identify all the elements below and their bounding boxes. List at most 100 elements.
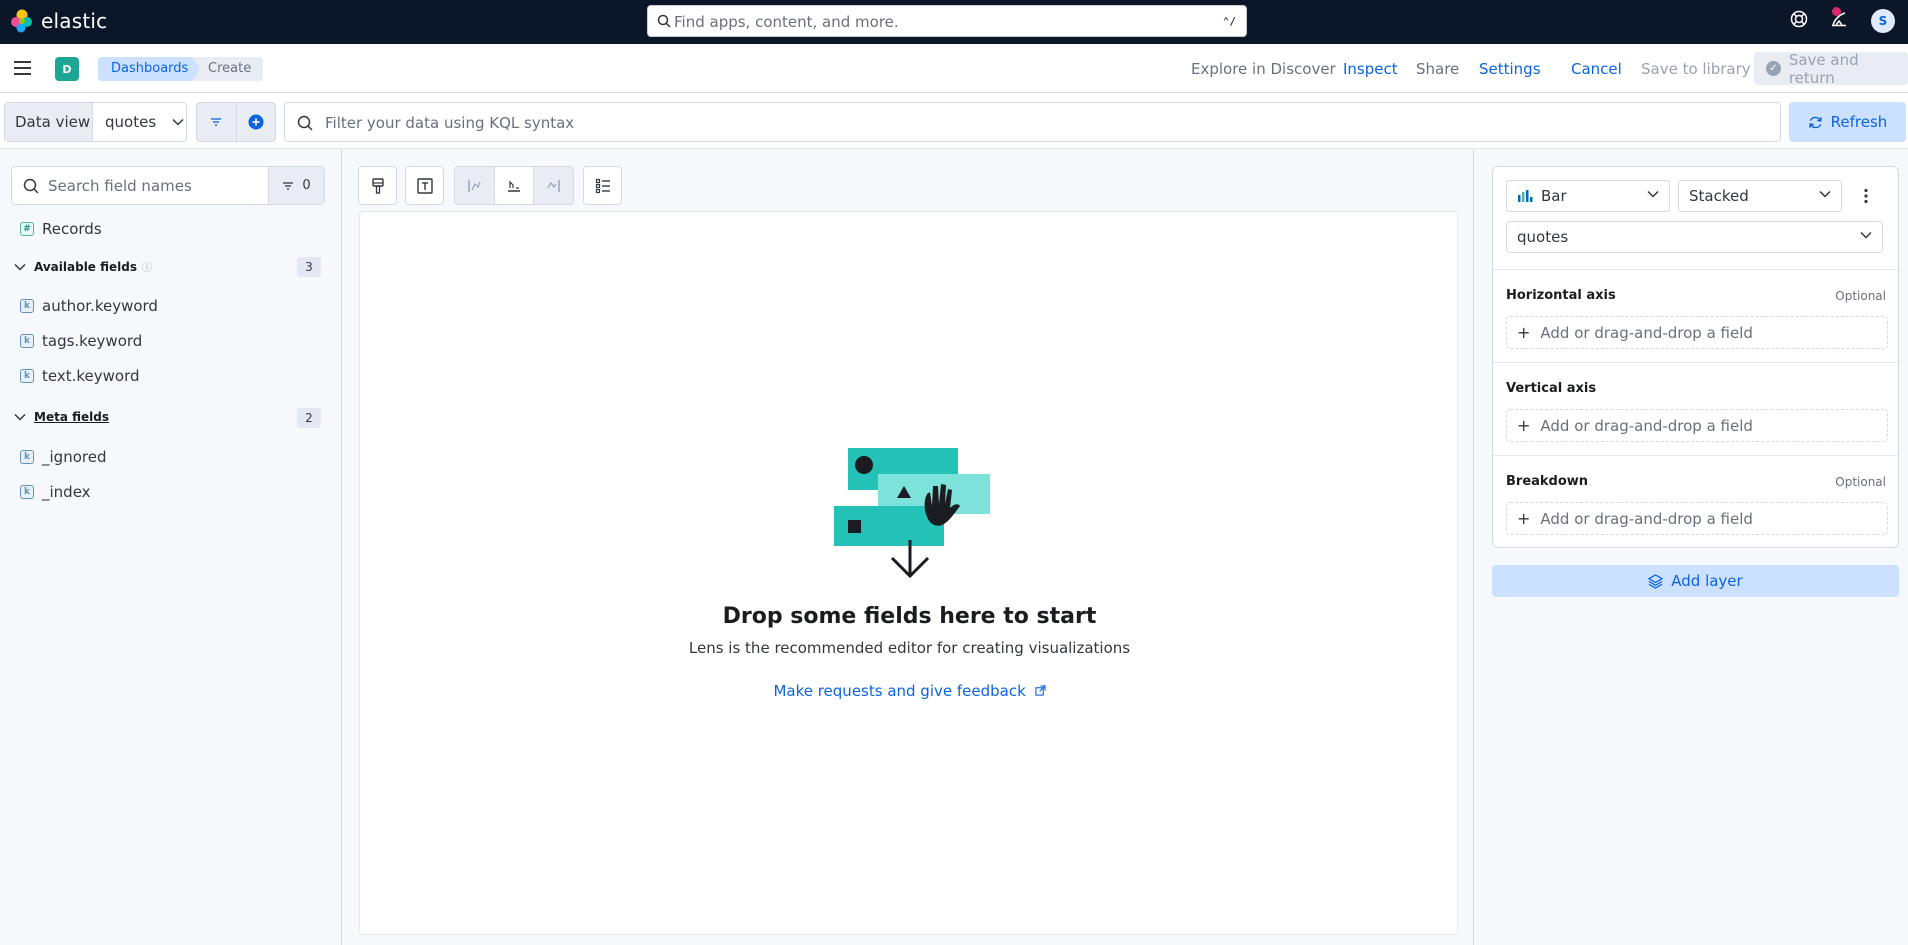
layers-icon: [1648, 573, 1664, 589]
feedback-link-label: Make requests and give feedback: [773, 682, 1026, 700]
elastic-logo[interactable]: elastic: [10, 9, 107, 33]
layer-data-view-select[interactable]: quotes: [1506, 221, 1883, 253]
field-list-panel: Search field names 0 # Records Available…: [0, 149, 342, 945]
inspect-link[interactable]: Inspect: [1343, 60, 1398, 78]
kql-query-input[interactable]: Filter your data using KQL syntax: [284, 102, 1781, 142]
field-tags-keyword[interactable]: k tags.keyword: [20, 332, 142, 350]
share-link[interactable]: Share: [1416, 60, 1459, 78]
info-icon[interactable]: ⓘ: [142, 259, 152, 274]
data-view-label: Data view: [5, 103, 93, 141]
meta-fields-header[interactable]: Meta fields: [14, 410, 109, 424]
dropzone-placeholder: Add or drag-and-drop a field: [1540, 509, 1753, 528]
notification-dot: [1832, 7, 1841, 16]
add-filter-button[interactable]: [235, 103, 276, 141]
plus-circle-icon: [248, 114, 264, 130]
field-author-keyword[interactable]: k author.keyword: [20, 297, 158, 315]
user-avatar[interactable]: S: [1871, 9, 1895, 33]
external-link-icon: [1034, 685, 1046, 696]
field-records[interactable]: # Records: [20, 220, 102, 238]
save-and-return-button[interactable]: ✓ Save and return: [1754, 51, 1908, 87]
appearance-button[interactable]: [358, 166, 397, 205]
field-filter-button[interactable]: 0: [268, 167, 324, 204]
help-icon[interactable]: [1790, 10, 1808, 28]
field-label: text.keyword: [42, 367, 140, 385]
brand-name: elastic: [41, 9, 108, 33]
dropzone-placeholder: Add or drag-and-drop a field: [1540, 323, 1753, 342]
left-axis-button[interactable]: [455, 167, 494, 204]
bottom-axis-button[interactable]: [493, 167, 534, 204]
chart-type-value: Bar: [1541, 187, 1567, 205]
keyword-field-icon: k: [20, 450, 34, 464]
right-axis-button[interactable]: [533, 167, 573, 204]
available-fields-header[interactable]: Available fields ⓘ: [14, 259, 152, 274]
horizontal-axis-title: Horizontal axis: [1506, 288, 1616, 303]
drop-zone-canvas[interactable]: Drop some fields here to start Lens is t…: [359, 211, 1458, 935]
search-icon: [23, 178, 39, 194]
save-to-library-link[interactable]: Save to library: [1641, 60, 1751, 78]
layer-card: Bar Stacked quotes Horizontal axis Optio…: [1492, 166, 1899, 548]
field-index[interactable]: k _index: [20, 483, 91, 501]
right-axis-icon: [547, 179, 560, 192]
titles-text-button[interactable]: [405, 166, 444, 205]
data-view-select[interactable]: quotes: [93, 103, 186, 141]
filter-icon: [283, 181, 294, 190]
bar-chart-icon: [1518, 190, 1533, 202]
field-text-keyword[interactable]: k text.keyword: [20, 367, 140, 385]
breadcrumb-dashboards[interactable]: Dashboards: [98, 57, 210, 81]
global-search-input[interactable]: Find apps, content, and more. ⌃/: [647, 5, 1247, 37]
empty-state-subtitle: Lens is the recommended editor for creat…: [688, 639, 1131, 657]
keyword-field-icon: k: [20, 334, 34, 348]
cancel-link[interactable]: Cancel: [1571, 60, 1622, 78]
field-ignored[interactable]: k _ignored: [20, 448, 106, 466]
axis-settings-group: [454, 166, 574, 205]
global-header: elastic Find apps, content, and more. ⌃/…: [0, 0, 1908, 44]
filter-icon: [211, 118, 222, 126]
query-bar: Data view quotes Filter your data using …: [0, 93, 1908, 149]
optional-label: Optional: [1835, 475, 1886, 489]
refresh-icon: [1808, 116, 1822, 128]
stacking-value: Stacked: [1689, 187, 1749, 205]
vertical-axis-dropzone[interactable]: + Add or drag-and-drop a field: [1506, 409, 1888, 442]
stacking-select[interactable]: Stacked: [1678, 180, 1842, 212]
field-label: Records: [42, 220, 102, 238]
chevron-down-icon: [172, 118, 184, 126]
explore-in-discover-link[interactable]: Explore in Discover: [1191, 60, 1336, 78]
horizontal-axis-dropzone[interactable]: + Add or drag-and-drop a field: [1506, 316, 1888, 349]
keyword-field-icon: k: [20, 369, 34, 383]
dropzone-placeholder: Add or drag-and-drop a field: [1540, 416, 1753, 435]
chevron-down-icon: [1647, 190, 1659, 198]
layer-actions-icon[interactable]: [1863, 188, 1869, 204]
keyword-field-icon: k: [20, 299, 34, 313]
filter-controls: [196, 102, 276, 142]
divider: [1493, 362, 1898, 363]
data-view-value: quotes: [105, 113, 157, 131]
field-label: _index: [42, 483, 91, 501]
plus-icon: +: [1517, 323, 1531, 342]
chevron-down-icon: [14, 413, 26, 421]
breakdown-dropzone[interactable]: + Add or drag-and-drop a field: [1506, 502, 1888, 535]
feedback-link[interactable]: Make requests and give feedback: [360, 682, 1459, 700]
breadcrumb-create: Create: [192, 57, 264, 81]
global-search-placeholder: Find apps, content, and more.: [674, 13, 899, 31]
settings-link[interactable]: Settings: [1479, 60, 1541, 78]
refresh-button[interactable]: Refresh: [1789, 102, 1906, 142]
data-view-picker[interactable]: Data view quotes: [4, 102, 187, 142]
filter-menu-button[interactable]: [197, 103, 236, 141]
layer-config-panel: Bar Stacked quotes Horizontal axis Optio…: [1473, 149, 1908, 945]
layer-data-view-value: quotes: [1517, 228, 1569, 246]
chart-type-select[interactable]: Bar: [1506, 180, 1670, 212]
plus-icon: +: [1517, 416, 1531, 435]
space-avatar[interactable]: D: [55, 57, 79, 81]
field-search-input[interactable]: Search field names 0: [11, 166, 325, 205]
divider: [1493, 455, 1898, 456]
chevron-down-icon: [1819, 190, 1831, 198]
legend-button[interactable]: [583, 166, 622, 205]
refresh-label: Refresh: [1830, 113, 1888, 131]
meta-fields-title: Meta fields: [34, 410, 109, 424]
optional-label: Optional: [1835, 289, 1886, 303]
search-icon: [297, 115, 313, 131]
field-label: _ignored: [42, 448, 107, 466]
add-layer-button[interactable]: Add layer: [1492, 565, 1899, 597]
hamburger-menu-icon[interactable]: [14, 60, 32, 76]
field-label: author.keyword: [42, 297, 158, 315]
